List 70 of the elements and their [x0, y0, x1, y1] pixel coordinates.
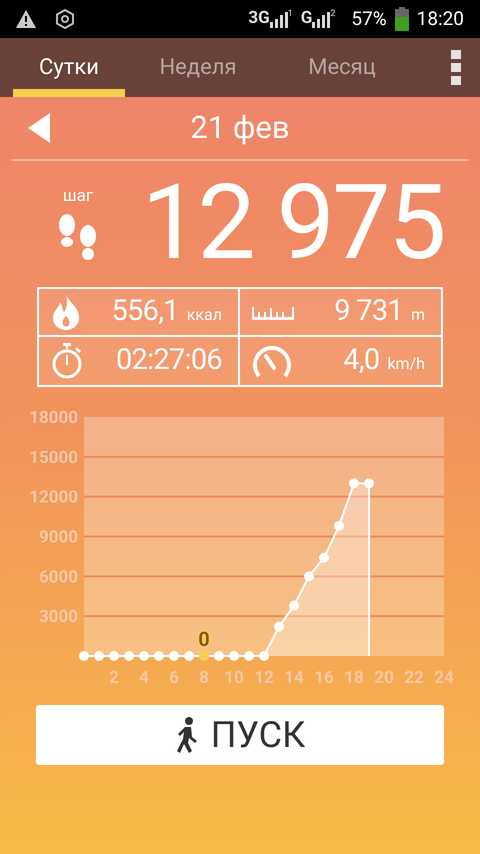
step-count: 12 975 [140, 172, 444, 276]
stat-unit: m [410, 304, 425, 326]
data-point [214, 651, 224, 661]
date-title: 21 фев [189, 108, 291, 148]
tab[interactable]: Месяц [286, 38, 398, 97]
x-tick-label: 16 [314, 668, 334, 688]
x-tick-label: 6 [169, 668, 179, 688]
x-tick-label: 8 [199, 668, 209, 688]
flame-icon [51, 294, 81, 330]
data-point [334, 520, 344, 531]
stat-value: 556,1 [111, 293, 179, 330]
stat-unit: ккал [186, 304, 222, 326]
y-tick-label: 6000 [38, 567, 78, 588]
data-point [229, 651, 239, 661]
stopwatch-icon [51, 343, 83, 379]
tab[interactable]: Неделя [142, 38, 254, 97]
data-point [304, 571, 314, 582]
x-tick-label: 20 [374, 668, 394, 688]
x-tick-label: 10 [224, 668, 244, 688]
data-point [274, 622, 284, 632]
data-point [319, 552, 329, 563]
stat-value: 9 731 [334, 293, 403, 330]
hexagon-icon [56, 9, 74, 29]
tab[interactable]: Сутки [13, 38, 125, 97]
data-point [109, 651, 119, 661]
network-type: 3G [248, 7, 270, 30]
signal-icon [270, 12, 288, 28]
y-tick-label: 15000 [29, 448, 78, 468]
sim-number: 1 [288, 8, 293, 22]
point-value-label: 0 [198, 627, 210, 651]
y-tick-label: 12000 [29, 488, 78, 508]
data-point [124, 651, 134, 661]
start-button[interactable]: ПУСК [36, 705, 444, 765]
x-tick-label: 12 [254, 668, 274, 688]
stat-value: 02:27:06 [116, 342, 222, 380]
stat-value: 4,0 [343, 342, 380, 380]
x-tick-label: 18 [344, 668, 364, 688]
data-point [364, 478, 374, 488]
battery-percent: 57% [351, 6, 387, 32]
y-tick-label: 18000 [29, 408, 78, 428]
battery-icon [394, 7, 409, 31]
sim-number: 2 [330, 8, 336, 22]
x-tick-label: 4 [139, 668, 149, 688]
data-point [349, 478, 359, 488]
data-point [154, 651, 164, 661]
data-point [244, 651, 254, 661]
x-tick-label: 24 [434, 668, 454, 688]
data-point [199, 651, 209, 661]
data-point [259, 651, 269, 661]
data-point [289, 600, 299, 611]
y-tick-label: 9000 [38, 528, 78, 548]
x-tick-label: 22 [404, 668, 424, 688]
back-icon [28, 113, 50, 143]
data-point [169, 651, 179, 661]
data-point [79, 651, 89, 661]
speedometer-icon [252, 344, 292, 378]
ruler-icon [252, 304, 294, 320]
x-tick-label: 2 [109, 668, 119, 688]
walking-person-icon [174, 717, 199, 753]
x-tick-label: 14 [284, 668, 304, 688]
steps-unit: шаг [62, 188, 94, 204]
y-tick-label: 3000 [38, 607, 78, 628]
network-type: G [300, 7, 312, 30]
stat-unit: km/h [387, 353, 425, 376]
clock-time: 18:20 [416, 6, 464, 32]
data-point [139, 651, 149, 661]
signal-icon [312, 12, 330, 28]
data-point [184, 651, 194, 661]
warning-icon [16, 10, 36, 28]
data-point [94, 651, 104, 661]
